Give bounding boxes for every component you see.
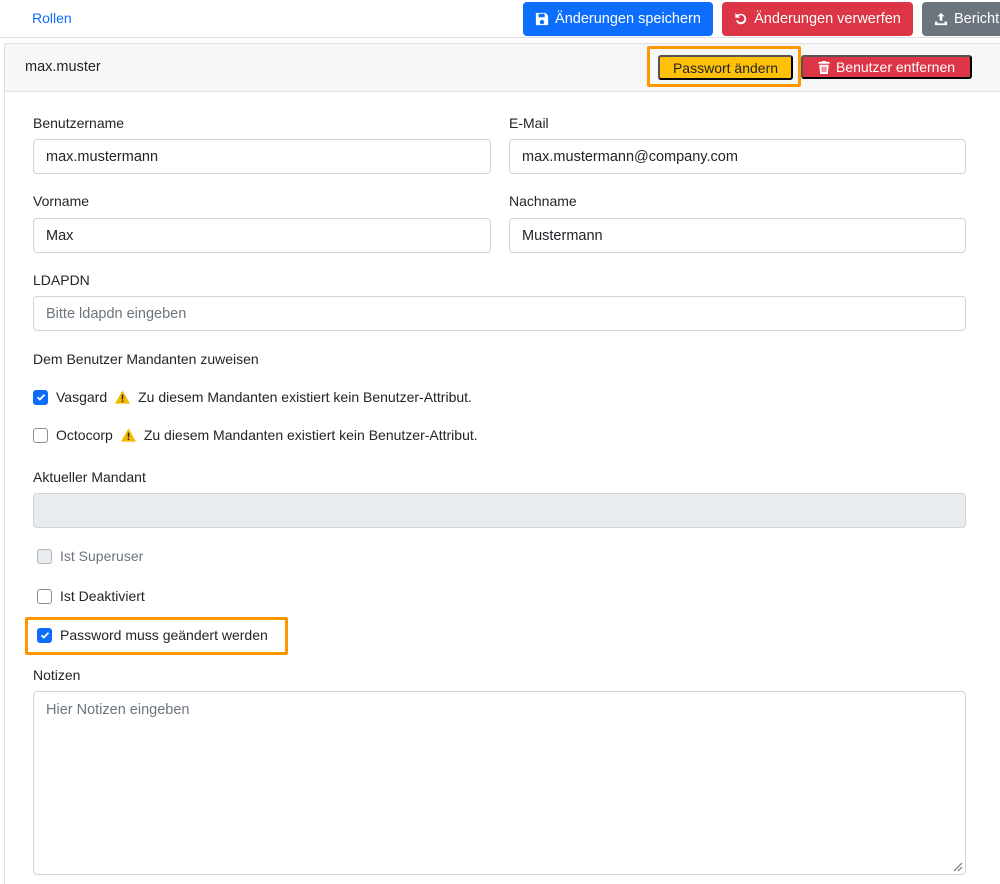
- current-tenant-input: [33, 493, 966, 528]
- checkmark-icon: [40, 632, 49, 639]
- save-changes-label: Änderungen speichern: [555, 11, 701, 27]
- remove-user-button[interactable]: Benutzer entfernen: [801, 55, 972, 79]
- discard-changes-button[interactable]: Änderungen verwerfen: [722, 2, 913, 36]
- tenant-vasgard-row: Vasgard Zu diesem Mandanten existiert ke…: [33, 389, 472, 405]
- ldapdn-input[interactable]: Bitte ldapdn eingeben: [33, 296, 966, 331]
- lastname-label: Nachname: [509, 193, 577, 209]
- superuser-checkbox: [37, 548, 52, 564]
- remove-user-label: Benutzer entfernen: [835, 59, 956, 75]
- password-must-change-row: Password muss geändert werden: [37, 627, 268, 643]
- change-password-button[interactable]: Passwort ändern: [658, 55, 793, 80]
- warning-triangle-icon: [120, 428, 136, 442]
- email-label: E-Mail: [509, 115, 549, 131]
- deactivated-label: Ist Deaktiviert: [60, 588, 145, 604]
- notes-label: Notizen: [33, 667, 81, 683]
- report-button[interactable]: Bericht: [922, 2, 1000, 36]
- notes-placeholder: Hier Notizen eingeben: [46, 702, 190, 718]
- tenant-vasgard-warning: Zu diesem Mandanten existiert kein Benut…: [138, 389, 472, 405]
- email-input[interactable]: max.mustermann@company.com: [509, 139, 966, 174]
- password-must-change-checkbox[interactable]: [37, 627, 52, 643]
- tenant-vasgard-checkbox[interactable]: [33, 389, 48, 405]
- card-title: max.muster: [25, 59, 101, 75]
- username-label: Benutzername: [33, 115, 125, 131]
- tenant-octocorp-checkbox[interactable]: [33, 427, 48, 443]
- report-label: Bericht: [954, 11, 1000, 27]
- ldapdn-label: LDAPDN: [33, 272, 90, 288]
- firstname-input[interactable]: Max: [33, 218, 491, 253]
- resize-grip-icon[interactable]: [951, 860, 963, 872]
- tenant-octocorp-warning: Zu diesem Mandanten existiert kein Benut…: [143, 427, 478, 443]
- deactivated-checkbox[interactable]: [37, 588, 52, 604]
- checkmark-icon: [36, 394, 45, 401]
- trash-icon: [818, 60, 830, 74]
- discard-changes-label: Änderungen verwerfen: [754, 11, 901, 27]
- tenant-vasgard-name: Vasgard: [56, 389, 108, 405]
- deactivated-row: Ist Deaktiviert: [37, 588, 145, 604]
- tenant-octocorp-row: Octocorp Zu diesem Mandanten existiert k…: [33, 427, 478, 443]
- upload-icon: [934, 12, 948, 26]
- current-tenant-label: Aktueller Mandant: [33, 469, 146, 485]
- username-input[interactable]: max.mustermann: [33, 139, 491, 174]
- tenants-label: Dem Benutzer Mandanten zuweisen: [33, 351, 259, 367]
- roles-link[interactable]: Rollen: [32, 10, 72, 26]
- tenant-octocorp-name: Octocorp: [56, 427, 113, 443]
- top-toolbar: Rollen Änderungen speichern Änderungen v…: [0, 0, 1000, 38]
- floppy-disk-icon: [535, 12, 549, 26]
- notes-textarea[interactable]: Hier Notizen eingeben: [33, 691, 966, 875]
- undo-icon: [735, 12, 747, 25]
- superuser-label: Ist Superuser: [60, 548, 144, 564]
- warning-triangle-icon: [115, 390, 131, 404]
- superuser-row: Ist Superuser: [37, 548, 143, 564]
- password-must-change-label: Password muss geändert werden: [60, 627, 268, 643]
- lastname-input[interactable]: Mustermann: [509, 218, 966, 253]
- save-changes-button[interactable]: Änderungen speichern: [523, 2, 713, 36]
- firstname-label: Vorname: [33, 193, 90, 209]
